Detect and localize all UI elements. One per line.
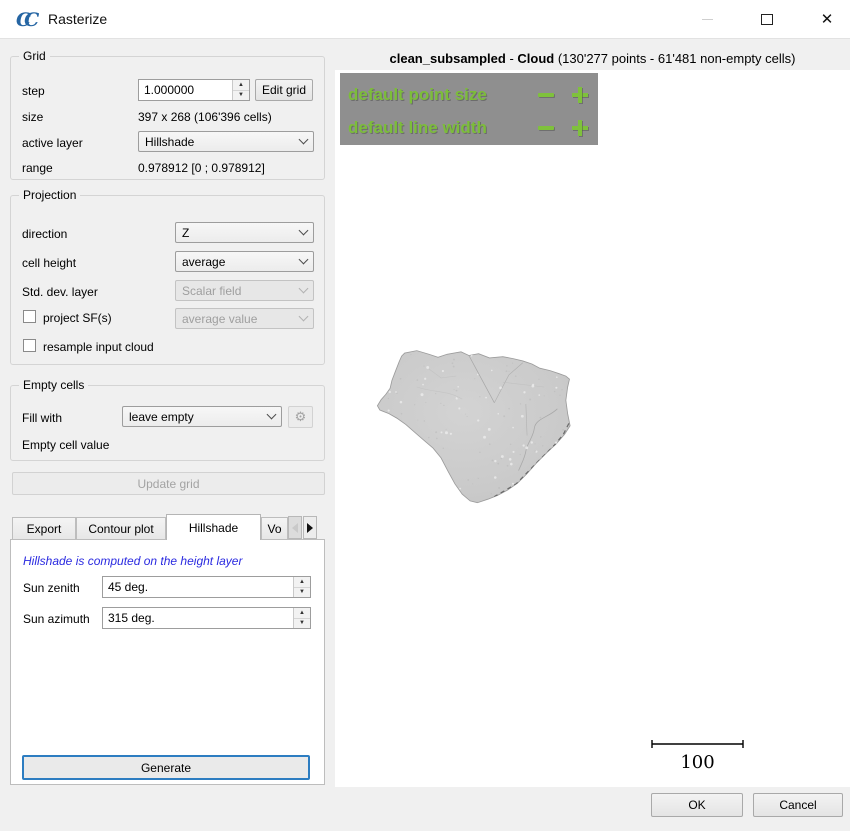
std-dev-layer-label: Std. dev. layer [22, 285, 98, 299]
scale-bar-value: 100 [651, 752, 744, 773]
fill-with-label: Fill with [22, 411, 62, 425]
resample-checkbox[interactable] [23, 339, 36, 352]
viewport-overlay: default point size default line width [340, 73, 598, 145]
std-dev-layer-select: Scalar field [175, 280, 314, 301]
tab-export[interactable]: Export [12, 517, 76, 539]
empty-cells-group-title: Empty cells [19, 378, 88, 392]
chevron-down-icon [299, 255, 309, 265]
empty-cells-settings-button: ⚙ [288, 406, 313, 428]
sun-zenith-input[interactable] [103, 577, 293, 597]
size-label: size [22, 110, 43, 124]
chevron-down-icon [299, 226, 309, 236]
line-width-increase-icon[interactable] [572, 120, 588, 136]
std-dev-layer-value: Scalar field [182, 284, 300, 298]
cell-height-value: average [182, 255, 300, 269]
close-button[interactable]: ✕ [804, 0, 850, 38]
sun-zenith-label: Sun zenith [23, 581, 80, 595]
maximize-button[interactable] [744, 0, 790, 38]
active-layer-label: active layer [22, 136, 83, 150]
chevron-down-icon [267, 410, 277, 420]
line-width-row: default line width [348, 115, 487, 141]
range-label: range [22, 161, 53, 175]
tab-scroll-left-icon [292, 523, 298, 533]
chevron-down-icon [299, 284, 309, 294]
step-label: step [22, 84, 45, 98]
tab-contour-plot[interactable]: Contour plot [76, 517, 166, 539]
size-value: 397 x 268 (106'396 cells) [138, 110, 272, 124]
projection-group-title: Projection [19, 188, 80, 202]
cancel-button[interactable]: Cancel [753, 793, 843, 817]
fill-with-select[interactable]: leave empty [122, 406, 282, 427]
range-value: 0.978912 [0 ; 0.978912] [138, 161, 265, 175]
sun-zenith-spin-up-button[interactable]: ▲ [294, 577, 310, 587]
minimize-icon [702, 19, 713, 20]
sun-azimuth-label: Sun azimuth [23, 612, 90, 626]
cloud-type: Cloud [517, 51, 554, 66]
resample-label: resample input cloud [43, 340, 154, 354]
app-logo-icon: CC [16, 9, 40, 31]
fill-with-value: leave empty [129, 410, 268, 424]
direction-label: direction [22, 227, 67, 241]
tab-scroll-right-icon [307, 523, 313, 533]
step-input[interactable] [139, 80, 232, 100]
chevron-down-icon [299, 135, 309, 145]
step-spin-down-button[interactable]: ▼ [233, 90, 249, 101]
maximize-icon [761, 14, 773, 25]
scale-bar [651, 739, 744, 749]
window-title: Rasterize [48, 11, 107, 27]
step-spin-up-button[interactable]: ▲ [233, 80, 249, 90]
point-size-row: default point size [348, 82, 487, 108]
chevron-down-icon [299, 312, 309, 322]
sun-azimuth-spin-up-button[interactable]: ▲ [294, 608, 310, 618]
sun-zenith-spin-down-button[interactable]: ▼ [294, 587, 310, 598]
tab-volume-truncated[interactable]: Vo [261, 517, 288, 539]
hillshade-terrain-render [335, 70, 850, 787]
ok-button[interactable]: OK [651, 793, 743, 817]
3d-viewport[interactable]: default point size default line width 10… [335, 70, 850, 787]
sun-azimuth-spin-down-button[interactable]: ▼ [294, 618, 310, 629]
line-width-decrease-icon[interactable] [538, 126, 554, 130]
direction-value: Z [182, 226, 300, 240]
cell-height-select[interactable]: average [175, 251, 314, 272]
default-point-size-label: default point size [348, 85, 487, 105]
tab-scroll-left-button [288, 516, 302, 539]
active-layer-select[interactable]: Hillshade [138, 131, 314, 152]
sun-azimuth-spinbox: ▲ ▼ [102, 607, 311, 629]
cloud-name: clean_subsampled [390, 51, 506, 66]
empty-cell-value-label: Empty cell value [22, 438, 109, 452]
project-sf-select: average value [175, 308, 314, 329]
tab-scroll-right-button[interactable] [303, 516, 317, 539]
project-sf-label: project SF(s) [43, 311, 112, 325]
sun-zenith-spinbox: ▲ ▼ [102, 576, 311, 598]
project-sf-checkbox[interactable] [23, 310, 36, 323]
active-layer-value: Hillshade [145, 135, 300, 149]
title-bar: CC Rasterize ✕ [0, 0, 850, 39]
cloud-stats: (130'277 points - 61'481 non-empty cells… [554, 51, 795, 66]
default-line-width-label: default line width [348, 118, 487, 138]
project-sf-value: average value [182, 312, 300, 326]
hillshade-note: Hillshade is computed on the height laye… [23, 554, 242, 568]
cloud-info-header: clean_subsampled - Cloud (130'277 points… [335, 51, 850, 66]
gear-icon: ⚙ [295, 409, 307, 425]
generate-button[interactable]: Generate [22, 755, 310, 780]
edit-grid-button[interactable]: Edit grid [255, 79, 313, 101]
grid-group-title: Grid [19, 49, 50, 63]
cell-height-label: cell height [22, 256, 76, 270]
step-spinbox: ▲ ▼ [138, 79, 250, 101]
direction-select[interactable]: Z [175, 222, 314, 243]
point-size-increase-icon[interactable] [572, 87, 588, 103]
update-grid-button: Update grid [12, 472, 325, 495]
tab-hillshade[interactable]: Hillshade [166, 514, 261, 540]
sun-azimuth-input[interactable] [103, 608, 293, 628]
minimize-button[interactable] [684, 0, 730, 38]
point-size-decrease-icon[interactable] [538, 93, 554, 97]
close-icon: ✕ [821, 12, 834, 27]
